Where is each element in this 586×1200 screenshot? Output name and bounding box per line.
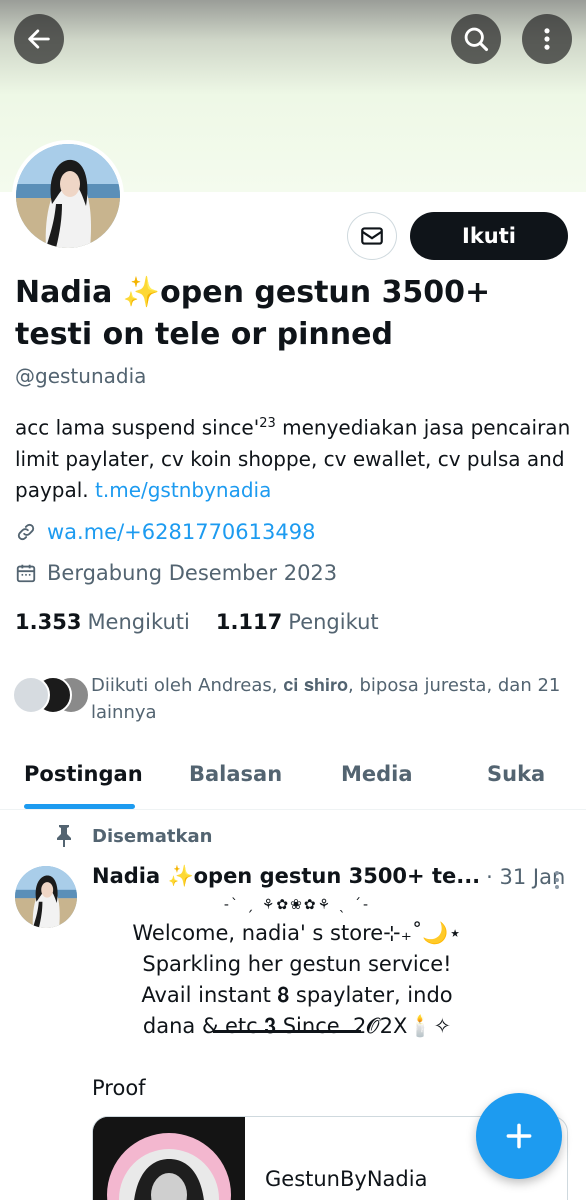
followed-by-text[interactable]: Diikuti oleh Andreas, 𝐜𝐢 𝐬𝐡𝐢𝐫𝐨, biposa j… [91,672,571,726]
more-vertical-icon [555,871,559,889]
following-label: Mengikuti [87,610,190,634]
post-proof-label: Proof [92,1076,146,1100]
post-line: Avail instant 𝟖 spaylater, indo [141,983,453,1007]
bio-superscript: 23 [259,416,276,431]
website-link[interactable]: wa.me/+6281770613498 [47,520,315,544]
compose-button[interactable] [476,1093,562,1179]
bio-text: acc lama suspend since' [15,415,260,440]
plus-icon [506,1123,532,1149]
active-tab-indicator [24,804,135,809]
profile-bio: acc lama suspend since'23 menyediakan ja… [15,408,571,506]
post-divider-line [213,1030,361,1033]
card-title: GestunByNadia [265,1167,428,1191]
post-author-avatar[interactable] [15,866,77,928]
arrow-left-icon [28,29,50,49]
joined-date: Bergabung Desember 2023 [47,561,338,585]
thumbnail-image [93,1117,245,1200]
post-line: dana & etc 𝟑 Since. 2𝓞2X🕯️✧ [142,1014,452,1038]
mutual-followers-avatars[interactable] [12,676,90,716]
joined-date-row: Bergabung Desember 2023 [15,561,337,585]
post-decoration: -ˋ ˏ ⚘✿❀✿⚘ ˎ ˊ- [223,897,371,913]
pin-icon [57,825,71,847]
followers-label: Pengikut [288,610,379,634]
following-stat[interactable]: 1.353 Mengikuti [15,610,190,634]
mail-icon [361,227,383,245]
back-button[interactable] [14,14,64,64]
followers-stat[interactable]: 1.117 Pengikut [216,610,379,634]
avatar-photo [16,144,120,248]
pinned-indicator: Disematkan [54,824,212,848]
post-author-name[interactable]: Nadia ✨open gestun 3500+ te... [92,864,480,889]
tab-suka[interactable]: Suka [487,762,545,786]
pinned-label: Disematkan [92,825,213,847]
post-more-button[interactable] [548,868,566,896]
followers-count: 1.117 [215,610,283,634]
follow-button[interactable]: Ikuti [410,212,568,260]
tab-postingan[interactable]: Postingan [24,762,143,786]
avatar-photo [15,866,77,928]
post-line: Welcome, nadia' s store⊹₊˚🌙⋆ [132,921,462,945]
website-row: wa.me/+6281770613498 [15,520,315,544]
post-header: Nadia ✨open gestun 3500+ te... · 31 Jan [92,864,572,889]
post-body[interactable]: -ˋ ˏ ⚘✿❀✿⚘ ˎ ˊ- Welcome, nadia' s store⊹… [92,892,502,1042]
link-icon [17,523,35,541]
search-button[interactable] [451,14,501,64]
more-options-button[interactable] [522,14,572,64]
following-count: 1.353 [15,610,82,634]
card-thumbnail [93,1117,245,1200]
profile-tabs: Postingan Balasan Media Suka [0,740,586,810]
bio-link[interactable]: t.me/gstnbynadia [95,478,271,502]
search-icon [464,27,489,52]
profile-avatar[interactable] [12,140,124,252]
follow-stats: 1.353 Mengikuti 1.117 Pengikut [15,610,379,634]
more-vertical-icon [544,28,550,50]
message-button[interactable] [347,212,397,260]
user-handle: @gestunadia [15,364,147,388]
tab-balasan[interactable]: Balasan [189,762,282,786]
mutual-follower-avatar [12,676,50,714]
display-name: Nadia ✨open gestun 3500+ testi on tele o… [15,275,491,352]
tab-media[interactable]: Media [341,762,413,786]
post-line: Sparkling her gestun service! [142,952,452,976]
calendar-icon [16,564,36,583]
